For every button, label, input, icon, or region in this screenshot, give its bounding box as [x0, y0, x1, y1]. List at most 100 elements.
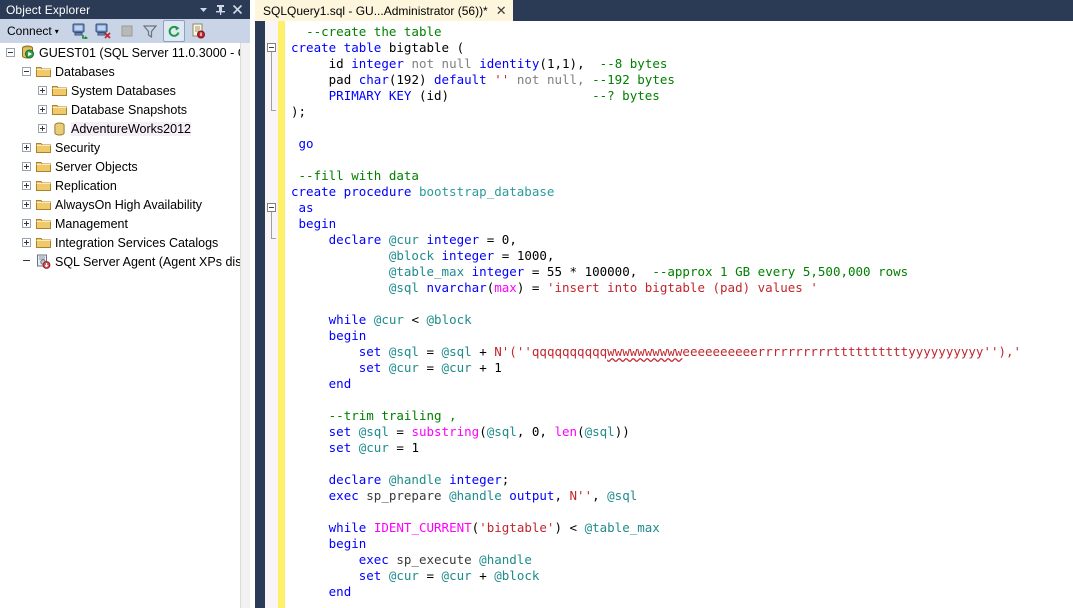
refresh-icon[interactable]: [162, 20, 185, 42]
fold-toggle-create-procedure-icon[interactable]: [267, 203, 276, 212]
close-icon[interactable]: [229, 1, 246, 18]
expander-icon[interactable]: [22, 238, 31, 247]
code-scroll-region[interactable]: --create the table create table bigtable …: [285, 21, 1073, 608]
expander-icon[interactable]: [22, 219, 31, 228]
code-line: create procedure bootstrap_database: [291, 184, 555, 199]
object-explorer-tree[interactable]: GUEST01 (SQL Server 11.0.3000 - GUEST Da…: [0, 43, 250, 608]
fold-toggle-create-table-icon[interactable]: [267, 43, 276, 52]
expander-icon[interactable]: [22, 162, 31, 171]
expander-icon[interactable]: [38, 105, 47, 114]
connect-button[interactable]: Connect ▾: [4, 23, 62, 39]
code-line: set @cur = @cur + @block: [358, 568, 540, 583]
expander-icon[interactable]: [22, 143, 31, 152]
tree-node-sql-server-agent[interactable]: SQL Server Agent (Agent XPs disabl: [0, 252, 250, 271]
code-line: end: [328, 376, 352, 391]
connect-object-explorer-icon[interactable]: [71, 21, 91, 41]
tree-node-replication[interactable]: Replication: [0, 176, 250, 195]
code-line: while @cur < @block: [328, 312, 472, 327]
code-editor[interactable]: --create the table create table bigtable …: [255, 21, 1073, 608]
tab-sqlquery1[interactable]: SQLQuery1.sql - GU...Administrator (56))…: [255, 0, 513, 21]
fold-bracket-line: [271, 212, 272, 238]
tree-node-management[interactable]: Management: [0, 214, 250, 233]
expander-icon[interactable]: [6, 48, 15, 57]
tree-node-server[interactable]: GUEST01 (SQL Server 11.0.3000 - GUEST: [0, 43, 250, 62]
code-line: exec sp_prepare @handle output, N'', @sq…: [328, 488, 638, 503]
code-line: PRIMARY KEY (id) --? bytes: [328, 88, 660, 103]
code-line: @sql nvarchar(max) = 'insert into bigtab…: [388, 280, 818, 295]
code-line: begin: [328, 328, 367, 343]
agent-icon: [35, 254, 51, 270]
code-line: declare @cur integer = 0,: [328, 232, 517, 247]
tree-node-alwayson-high-availability[interactable]: AlwaysOn High Availability: [0, 195, 250, 214]
code-line: while IDENT_CURRENT('bigtable') < @table…: [328, 520, 660, 535]
code-line: set @sql = substring(@sql, 0, len(@sql)): [328, 424, 630, 439]
object-explorer-toolbar: Connect ▾: [0, 19, 250, 44]
folder-icon: [51, 83, 67, 99]
server-icon: [19, 45, 35, 61]
fold-bracket-end: [271, 110, 276, 111]
object-explorer-scrollbar[interactable]: [240, 43, 250, 608]
tree-node-label: AlwaysOn High Availability: [55, 197, 203, 212]
folder-icon: [35, 159, 51, 175]
folder-icon: [35, 197, 51, 213]
expander-icon[interactable]: [22, 181, 31, 190]
code-line: );: [291, 104, 307, 119]
tree-node-databases[interactable]: Databases: [0, 62, 250, 81]
expander-icon[interactable]: [38, 86, 47, 95]
fold-bracket-line: [271, 52, 272, 110]
outlining-margin[interactable]: [265, 21, 278, 608]
tree-node-label: Integration Services Catalogs: [55, 235, 219, 250]
fold-bracket-end: [271, 238, 276, 239]
code-line: set @cur = @cur + 1: [358, 360, 502, 375]
object-explorer-panel: Object Explorer Connect ▾ GUEST01 (SQL S…: [0, 0, 250, 608]
connect-button-label: Connect: [7, 24, 52, 38]
folder-icon: [35, 178, 51, 194]
expander-icon[interactable]: [38, 124, 47, 133]
tree-node-integration-services-catalogs[interactable]: Integration Services Catalogs: [0, 233, 250, 252]
tree-node-label: Management: [55, 216, 128, 231]
expander-icon[interactable]: [22, 200, 31, 209]
database-icon: [51, 121, 67, 137]
tree-node-label: Database Snapshots: [71, 102, 188, 117]
expander-icon[interactable]: [22, 67, 31, 76]
object-explorer-title: Object Explorer: [6, 2, 91, 17]
code-line: @block integer = 1000,: [388, 248, 555, 263]
folder-icon: [35, 140, 51, 156]
editor-tabstrip: SQLQuery1.sql - GU...Administrator (56))…: [255, 0, 1073, 21]
window-dropdown-icon[interactable]: [195, 1, 212, 18]
tree-node-label: GUEST01 (SQL Server 11.0.3000 - GUEST: [39, 45, 250, 60]
code-line: exec sp_execute @handle: [358, 552, 532, 567]
report-icon[interactable]: [188, 21, 208, 41]
sql-source[interactable]: --create the table create table bigtable …: [285, 21, 1073, 600]
code-line: --fill with data: [298, 168, 419, 183]
folder-icon: [35, 216, 51, 232]
code-line: @table_max integer = 55 * 100000, --appr…: [388, 264, 909, 279]
code-line: --create the table: [306, 24, 442, 39]
filter-icon[interactable]: [140, 21, 160, 41]
tree-node-database-snapshots[interactable]: Database Snapshots: [0, 100, 250, 119]
ssms-window: Object Explorer Connect ▾ GUEST01 (SQL S…: [0, 0, 1073, 608]
code-line: end: [328, 584, 352, 599]
close-icon[interactable]: ✕: [496, 4, 507, 17]
code-line: declare @handle integer;: [328, 472, 510, 487]
tree-node-server-objects[interactable]: Server Objects: [0, 157, 250, 176]
tree-node-label: Databases: [55, 64, 115, 79]
code-line: --trim trailing ,: [328, 408, 457, 423]
disconnect-object-explorer-icon[interactable]: [94, 21, 114, 41]
query-editor-panel: SQLQuery1.sql - GU...Administrator (56))…: [255, 0, 1073, 608]
tree-node-adventureworks2012[interactable]: AdventureWorks2012: [0, 119, 250, 138]
indicator-margin: [255, 21, 265, 608]
chevron-down-icon: ▾: [54, 26, 59, 36]
tree-node-label: Security: [55, 140, 101, 155]
tree-node-system-databases[interactable]: System Databases: [0, 81, 250, 100]
tree-node-label: Replication: [55, 178, 117, 193]
tree-node-label: System Databases: [71, 83, 176, 98]
tree-node-security[interactable]: Security: [0, 138, 250, 157]
auto-hide-pin-icon[interactable]: [212, 1, 229, 18]
tree-node-label: Server Objects: [55, 159, 138, 174]
